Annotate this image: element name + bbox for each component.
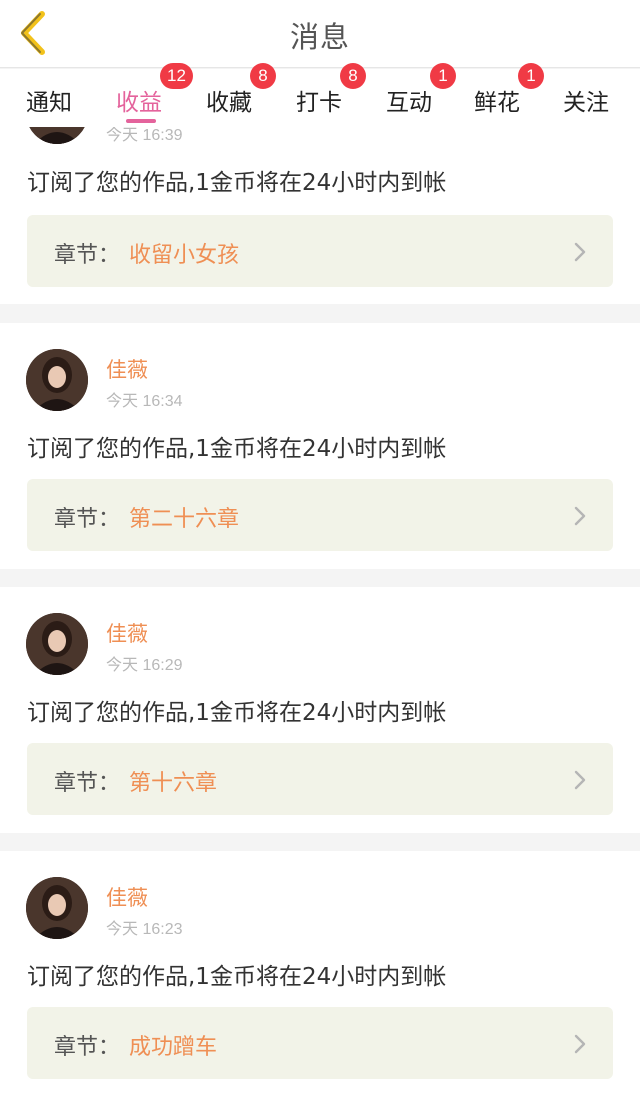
tab-label: 关注	[563, 90, 609, 116]
message-time: 今天 16:29	[106, 657, 183, 674]
chapter-link[interactable]: 章节： 成功蹭车	[27, 1007, 613, 1079]
tab-label: 鲜花	[474, 90, 520, 116]
chapter-label: 章节：	[54, 243, 121, 268]
chapter-name: 第二十六章	[129, 507, 240, 532]
tab-interaction[interactable]: 互动 1	[386, 63, 456, 127]
user-name[interactable]: 佳薇	[106, 882, 148, 912]
tab-flowers[interactable]: 鲜花 1	[474, 63, 544, 127]
message-text: 订阅了您的作品,1金币将在24小时内到帐	[27, 964, 447, 990]
message-time: 今天 16:39	[106, 127, 183, 144]
avatar[interactable]	[26, 349, 88, 411]
tab-check-in[interactable]: 打卡 8	[296, 63, 366, 127]
message-time: 今天 16:23	[106, 921, 183, 938]
avatar-image	[26, 349, 88, 411]
message-card: 佳薇 今天 16:29 订阅了您的作品,1金币将在24小时内到帐 章节： 第十六…	[0, 587, 640, 833]
chevron-right-icon	[574, 770, 586, 790]
unread-badge: 8	[340, 63, 366, 89]
chapter-link[interactable]: 章节： 第十六章	[27, 743, 613, 815]
message-text: 订阅了您的作品,1金币将在24小时内到帐	[27, 700, 447, 726]
avatar[interactable]	[26, 127, 88, 144]
tab-earnings[interactable]: 收益 12	[116, 63, 193, 127]
chapter-label: 章节：	[54, 507, 121, 532]
tab-label: 通知	[26, 90, 72, 116]
chapter-name: 第十六章	[129, 771, 218, 796]
user-name[interactable]: 佳薇	[106, 618, 148, 648]
chapter-label: 章节：	[54, 771, 121, 796]
tab-label: 打卡	[296, 90, 342, 116]
unread-badge: 8	[250, 63, 276, 89]
chapter-name: 收留小女孩	[129, 243, 240, 268]
tab-label: 收藏	[206, 90, 252, 116]
message-time: 今天 16:34	[106, 393, 183, 410]
avatar-image	[26, 877, 88, 939]
page-title: 消息	[289, 20, 350, 54]
header-bar: 消息	[0, 0, 640, 68]
tab-bar: 通知 收益 12 收藏 8 打卡 8 互动 1 鲜花 1 关注	[0, 63, 640, 127]
unread-badge: 1	[518, 63, 544, 89]
active-tab-indicator	[126, 119, 156, 123]
unread-badge: 12	[160, 63, 193, 89]
message-text: 订阅了您的作品,1金币将在24小时内到帐	[27, 436, 447, 462]
avatar[interactable]	[26, 877, 88, 939]
tab-label: 互动	[386, 90, 432, 116]
chevron-right-icon	[574, 506, 586, 526]
message-text: 订阅了您的作品,1金币将在24小时内到帐	[27, 170, 447, 196]
unread-badge: 1	[430, 63, 456, 89]
message-card: 佳薇 今天 16:34 订阅了您的作品,1金币将在24小时内到帐 章节： 第二十…	[0, 323, 640, 569]
message-card: 今天 16:39 订阅了您的作品,1金币将在24小时内到帐 章节： 收留小女孩	[0, 127, 640, 304]
avatar-image	[26, 613, 88, 675]
user-name[interactable]: 佳薇	[106, 354, 148, 384]
tab-label: 收益	[116, 90, 162, 116]
avatar-image	[26, 127, 88, 144]
chevron-right-icon	[574, 1034, 586, 1054]
message-list: 今天 16:39 订阅了您的作品,1金币将在24小时内到帐 章节： 收留小女孩	[0, 127, 640, 1098]
chapter-name: 成功蹭车	[129, 1035, 218, 1060]
chapter-label: 章节：	[54, 1035, 121, 1060]
chevron-right-icon	[574, 242, 586, 262]
chapter-link[interactable]: 章节： 第二十六章	[27, 479, 613, 551]
tab-notifications[interactable]: 通知	[26, 69, 86, 127]
tab-favorites[interactable]: 收藏 8	[206, 63, 276, 127]
tab-following[interactable]: 关注	[563, 69, 623, 127]
avatar[interactable]	[26, 613, 88, 675]
app-screen: 消息 通知 收益 12 收藏 8 打卡 8 互动 1 鲜花 1 关注 今天 16…	[0, 0, 640, 1098]
chapter-link[interactable]: 章节： 收留小女孩	[27, 215, 613, 287]
message-card: 佳薇 今天 16:23 订阅了您的作品,1金币将在24小时内到帐 章节： 成功蹭…	[0, 851, 640, 1098]
